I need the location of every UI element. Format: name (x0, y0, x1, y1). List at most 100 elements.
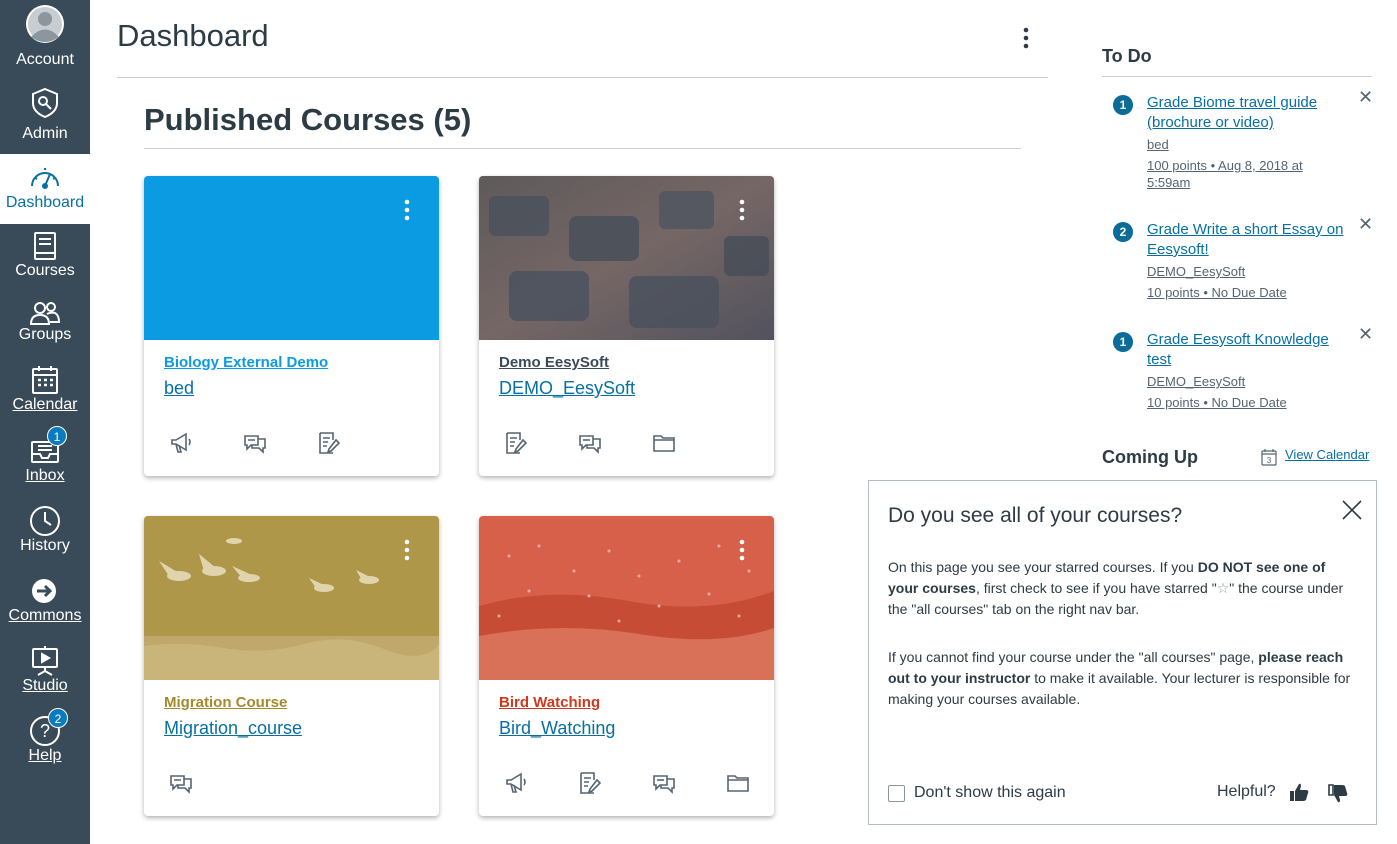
course-title-link[interactable]: Biology External Demo (164, 354, 328, 371)
dashboard-options-button[interactable] (1014, 24, 1038, 54)
popup-close-button[interactable] (1341, 499, 1363, 521)
nav-dashboard-label: Dashboard (5, 194, 85, 211)
nav-history[interactable]: History (0, 497, 90, 567)
checkbox-box[interactable] (888, 784, 905, 802)
discussions-icon[interactable] (577, 430, 603, 456)
nav-commons[interactable]: Commons (0, 567, 90, 637)
helpful-label: Helpful? (1217, 783, 1276, 800)
todo-course: bed (1147, 137, 1169, 152)
nav-studio-label: Studio (22, 677, 68, 694)
todo-title-link[interactable]: Grade Write a short Essay on Eesysoft! (1147, 220, 1347, 260)
nav-groups-label: Groups (18, 326, 72, 343)
announcements-icon[interactable] (168, 430, 194, 456)
course-title-link[interactable]: Demo EesySoft (499, 354, 609, 371)
course-card-options-button[interactable] (397, 536, 417, 566)
course-card: Bird Watching Bird_Watching (479, 516, 774, 816)
popup-paragraph-1: On this page you see your starred course… (888, 557, 1358, 620)
course-card-hero[interactable] (144, 516, 439, 680)
divider (1102, 76, 1372, 77)
dont-show-again-label: Don't show this again (914, 784, 1066, 801)
assignments-icon[interactable] (503, 430, 529, 456)
avatar (0, 5, 90, 43)
nav-groups[interactable]: Groups (0, 289, 90, 359)
kebab-menu-icon (404, 539, 410, 561)
todo-title-link[interactable]: Grade Biome travel guide (brochure or vi… (1147, 93, 1347, 133)
assignments-icon[interactable] (316, 430, 342, 456)
announcements-icon[interactable] (503, 770, 529, 796)
nav-history-label: History (20, 537, 70, 554)
nav-inbox-label: Inbox (25, 467, 65, 484)
todo-detail: 10 points • No Due Date (1147, 395, 1287, 410)
kebab-menu-icon (1023, 27, 1029, 49)
star-icon: ☆ (1216, 580, 1230, 596)
popup-title: Do you see all of your courses? (888, 504, 1183, 527)
course-code-link[interactable]: DEMO_EesySoft (499, 378, 635, 399)
course-code-link[interactable]: Migration_course (164, 718, 302, 739)
files-folder-icon[interactable] (725, 770, 751, 796)
course-code-link[interactable]: Bird_Watching (499, 718, 615, 739)
page-title: Dashboard (117, 18, 269, 53)
course-card-options-button[interactable] (732, 196, 752, 226)
nav-courses-label: Courses (15, 262, 75, 279)
kebab-menu-icon (404, 199, 410, 221)
geese-image (144, 516, 439, 680)
todo-count-badge: 1 (1113, 95, 1133, 115)
dashboard-gauge-icon (0, 158, 90, 194)
divider (144, 148, 1021, 149)
course-title-link[interactable]: Bird Watching (499, 694, 600, 711)
dismiss-todo-button[interactable]: ✕ (1358, 87, 1373, 108)
nav-commons-label: Commons (8, 607, 82, 624)
discussions-icon[interactable] (168, 770, 194, 796)
todo-detail: 100 points • Aug 8, 2018 at 5:59am (1147, 158, 1303, 190)
course-title-link[interactable]: Migration Course (164, 694, 287, 711)
text: On this page you see your starred course… (888, 559, 1198, 575)
nav-help[interactable]: ? 2 Help (0, 707, 90, 777)
assignments-icon[interactable] (577, 770, 603, 796)
help-icon: ? (0, 713, 90, 749)
discussions-icon[interactable] (242, 430, 268, 456)
help-badge: 2 (48, 708, 68, 728)
todo-title-link[interactable]: Grade Eesysoft Knowledge test (1147, 330, 1347, 370)
dont-show-again-checkbox[interactable]: Don't show this again (888, 782, 1066, 804)
todo-count-badge: 1 (1113, 332, 1133, 352)
divider (117, 77, 1048, 78)
thumbs-up-icon (1290, 783, 1309, 801)
calendar-icon (0, 362, 90, 398)
course-card: Migration Course Migration_course (144, 516, 439, 816)
thumbs-up-button[interactable] (1288, 781, 1310, 805)
course-card-options-button[interactable] (732, 536, 752, 566)
view-calendar-link[interactable]: View Calendar (1285, 447, 1369, 462)
nav-admin[interactable]: Admin (0, 79, 90, 149)
course-card-hero[interactable] (144, 176, 439, 340)
inbox-unread-badge: 1 (47, 426, 67, 446)
thumbs-down-button[interactable] (1327, 783, 1349, 807)
nav-studio[interactable]: Studio (0, 637, 90, 707)
nav-dashboard[interactable]: Dashboard (0, 154, 90, 224)
course-card-options-button[interactable] (397, 196, 417, 226)
global-navigation: Account Admin Dashboard Courses Groups C… (0, 0, 90, 844)
inbox-icon (0, 432, 90, 468)
nav-account-label: Account (16, 51, 74, 68)
todo-course: DEMO_EesySoft (1147, 374, 1246, 389)
nav-inbox[interactable]: 1 Inbox (0, 426, 90, 496)
files-folder-icon[interactable] (651, 430, 677, 456)
discussions-icon[interactable] (651, 770, 677, 796)
nav-calendar[interactable]: Calendar (0, 356, 90, 426)
course-card: Demo EesySoft DEMO_EesySoft (479, 176, 774, 476)
nav-courses[interactable]: Courses (0, 222, 90, 292)
todo-count-badge: 2 (1113, 222, 1133, 242)
course-code-link[interactable]: bed (164, 378, 194, 399)
todo-course: DEMO_EesySoft (1147, 264, 1246, 279)
dismiss-todo-button[interactable]: ✕ (1358, 214, 1373, 235)
text: If you cannot find your course under the… (888, 649, 1259, 665)
nav-help-label: Help (28, 747, 62, 764)
popup-paragraph-2: If you cannot find your course under the… (888, 647, 1358, 710)
course-card-hero[interactable] (479, 516, 774, 680)
course-card-hero[interactable] (479, 176, 774, 340)
dismiss-todo-button[interactable]: ✕ (1358, 324, 1373, 345)
kebab-menu-icon (739, 539, 745, 561)
calendar-icon-day: 3 (1267, 456, 1272, 465)
thumbs-down-icon (1328, 784, 1348, 803)
nav-account[interactable]: Account (0, 0, 90, 70)
todo-heading: To Do (1102, 46, 1152, 66)
